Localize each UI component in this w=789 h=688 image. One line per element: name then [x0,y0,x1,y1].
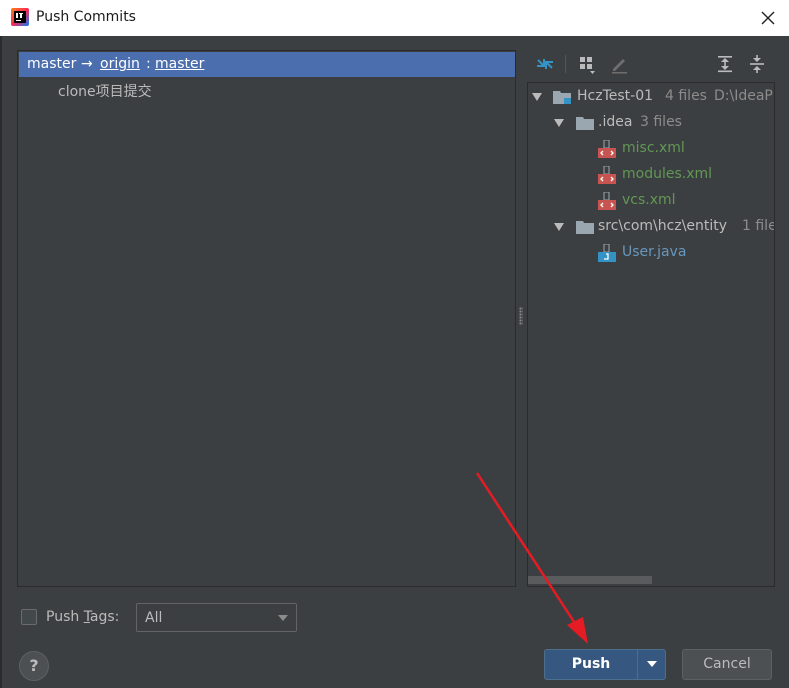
window-edge [0,36,2,688]
xml-file-icon [598,166,616,184]
push-tags-label: Push Tags: [46,609,119,625]
branch-separator: : [146,56,151,72]
commit-item[interactable]: clone项目提交 [58,81,152,101]
edit-icon[interactable] [609,54,629,74]
folder-icon [576,117,594,130]
file-name: vcs.xml [622,192,676,208]
root-count: 4 files [665,88,707,104]
splitter-handle[interactable] [519,307,523,325]
changes-toolbar [527,50,777,78]
remote-link[interactable]: origin [100,56,140,72]
chevron-down-icon[interactable] [554,223,564,231]
branch-row[interactable]: master → origin : master [19,52,515,77]
push-button[interactable]: Push [544,649,666,680]
folder-count: 1 file [742,218,775,234]
module-folder-icon [553,91,571,104]
expand-all-icon[interactable] [715,54,735,74]
intellij-icon [11,8,29,26]
help-button[interactable]: ? [19,651,49,681]
root-name: HczTest-01 [577,88,654,104]
file-tree: HczTest-01 4 files D:\IdeaP .idea 3 file… [527,82,775,587]
title-bar: Push Commits [0,0,789,36]
xml-file-icon [598,192,616,210]
chevron-down-icon[interactable] [554,119,564,127]
file-name: modules.xml [622,166,713,182]
folder-name: src\com\hcz\entity [598,218,728,234]
toolbar-separator [565,55,566,73]
push-tags-rest: ags: [89,609,120,625]
file-name: misc.xml [622,140,685,156]
tags-select[interactable]: All [136,603,297,632]
horizontal-scrollbar[interactable] [528,576,652,584]
arrow-icon: → [81,56,93,72]
push-dropdown-icon[interactable] [647,661,657,667]
chevron-down-icon[interactable] [532,93,542,101]
window-title: Push Commits [36,9,136,25]
chevron-down-icon [278,615,288,621]
folder-icon [576,221,594,234]
target-branch-link[interactable]: master [155,56,204,72]
expand-commits-icon[interactable] [535,54,555,74]
root-path: D:\IdeaP [714,88,773,104]
folder-name: .idea [598,114,633,130]
push-button-divider [637,650,638,679]
java-file-icon [598,244,616,262]
push-tags-text: Push [46,609,84,625]
source-branch: master [27,56,77,72]
push-tags-checkbox[interactable] [21,609,37,625]
file-name: User.java [622,244,687,260]
collapse-all-icon[interactable] [747,54,767,74]
cancel-button[interactable]: Cancel [682,649,772,680]
folder-count: 3 files [640,114,682,130]
group-by-icon[interactable] [577,54,597,74]
push-button-label: Push [571,656,611,672]
tags-select-value: All [145,610,163,626]
commits-panel: master → origin : master clone项目提交 [17,50,516,587]
xml-file-icon [598,140,616,158]
close-icon[interactable] [757,7,779,29]
